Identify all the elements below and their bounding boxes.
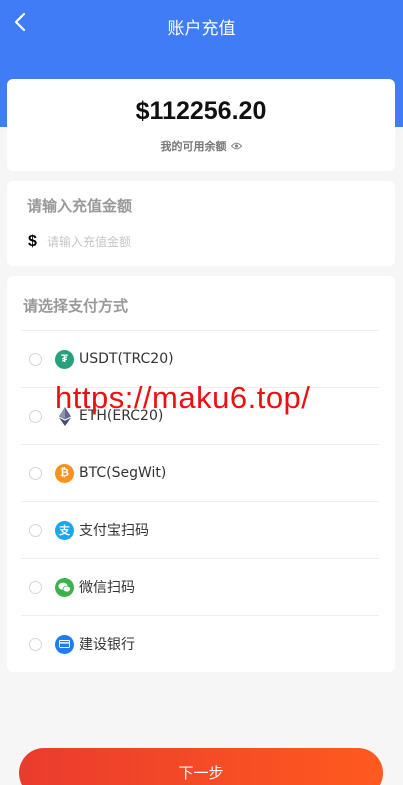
amount-card: 请输入充值金额 $ xyxy=(7,181,395,266)
payment-option-usdt[interactable]: ₮ USDT(TRC20) xyxy=(21,330,379,387)
radio-button[interactable] xyxy=(29,466,42,480)
balance-card: $112256.20 我的可用余额 xyxy=(7,79,395,171)
balance-value: $112256.20 xyxy=(135,97,267,125)
alipay-icon: 支 xyxy=(55,520,74,540)
ethereum-icon xyxy=(55,406,74,426)
payment-method-list: ₮ USDT(TRC20) ETH(ERC20) ₿ BTC(SegWit) 支… xyxy=(21,330,379,672)
radio-button[interactable] xyxy=(29,637,42,651)
radio-button[interactable] xyxy=(29,352,42,366)
payment-option-label: 支付宝扫码 xyxy=(79,523,149,539)
balance-label-row: 我的可用余额 xyxy=(7,138,395,154)
payment-option-label: USDT(TRC20) xyxy=(79,351,174,367)
amount-title: 请输入充值金额 xyxy=(27,197,133,215)
radio-button[interactable] xyxy=(29,580,42,594)
payment-option-wechat[interactable]: 微信扫码 xyxy=(21,558,379,615)
page-title: 账户充值 xyxy=(167,19,236,39)
eye-icon[interactable] xyxy=(230,142,242,150)
balance-label: 我的可用余额 xyxy=(160,140,227,153)
payment-option-label: BTC(SegWit) xyxy=(79,465,167,481)
currency-symbol: $ xyxy=(28,233,37,250)
payment-option-alipay[interactable]: 支 支付宝扫码 xyxy=(21,501,379,558)
next-button[interactable]: 下一步 xyxy=(19,748,383,785)
radio-button[interactable] xyxy=(29,523,42,537)
wechat-icon xyxy=(55,577,74,597)
payment-card: 请选择支付方式 ₮ USDT(TRC20) ETH(ERC20) ₿ BTC(S… xyxy=(7,276,395,672)
tether-icon: ₮ xyxy=(55,349,74,369)
payment-option-label: 建设银行 xyxy=(79,637,135,653)
payment-option-btc[interactable]: ₿ BTC(SegWit) xyxy=(21,444,379,501)
radio-button[interactable] xyxy=(29,409,42,423)
bitcoin-icon: ₿ xyxy=(55,463,74,483)
payment-option-eth[interactable]: ETH(ERC20) xyxy=(21,387,379,444)
payment-option-ccb[interactable]: 建设银行 xyxy=(21,615,379,672)
payment-option-label: ETH(ERC20) xyxy=(79,408,164,424)
payment-option-label: 微信扫码 xyxy=(79,580,135,596)
amount-input[interactable] xyxy=(47,231,377,253)
payment-title: 请选择支付方式 xyxy=(23,297,129,315)
bank-card-icon xyxy=(55,634,74,654)
